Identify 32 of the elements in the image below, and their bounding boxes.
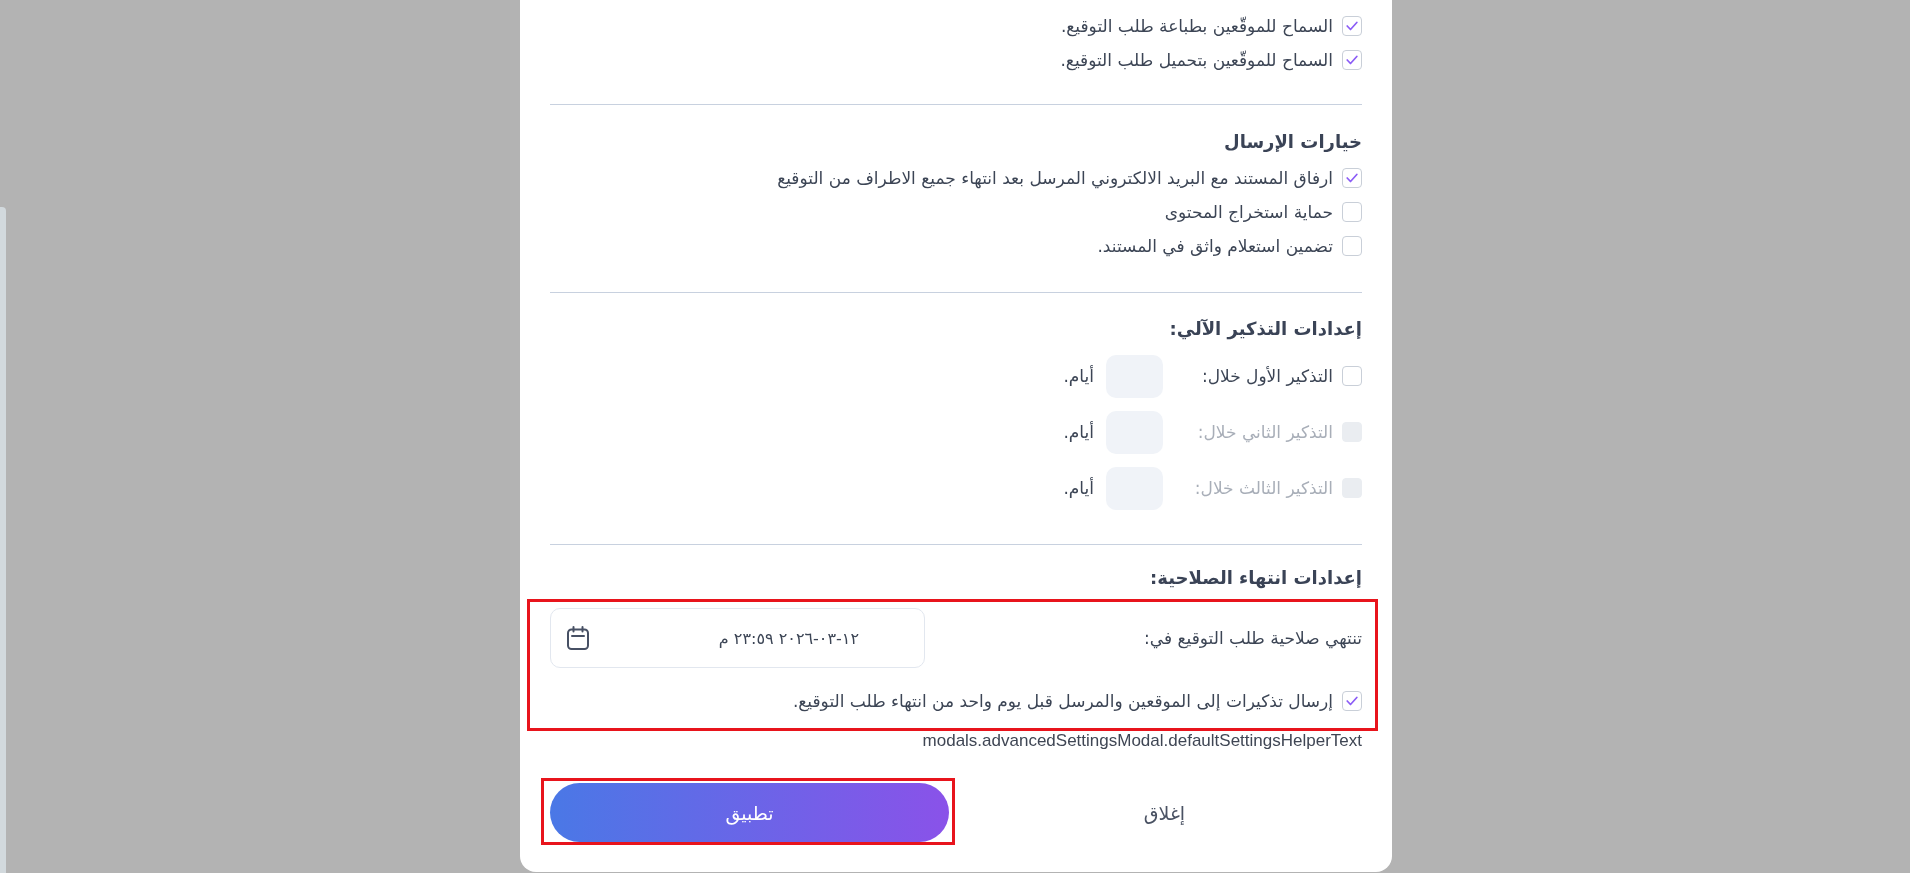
checkbox[interactable] [1342,366,1362,386]
calendar-icon [567,626,589,650]
unit-label: أيام. [1063,478,1094,498]
checkbox[interactable] [1342,16,1362,36]
checkbox-label: تضمين استعلام واثق في المستند. [1097,236,1333,256]
checkbox[interactable] [1342,236,1362,256]
reminder-label: التذكير الثالث خلال: [1193,478,1333,498]
check-icon [1346,173,1358,183]
checkbox-label: ارفاق المستند مع البريد الالكتروني المرسل بعد انتهاء جميع الاطراف من التوقيع [777,168,1333,188]
checkbox[interactable] [1342,202,1362,222]
unit-label: أيام. [1063,366,1094,386]
checkbox-label: إرسال تذكيرات إلى الموقعين والمرسل قبل يوم واحد من انتهاء طلب التوقيع. [792,691,1333,711]
checkbox-label: السماح للموقّعين بتحميل طلب التوقيع. [1060,50,1333,70]
reminder-label: التذكير الثاني خلال: [1196,422,1333,442]
checkbox[interactable] [1342,691,1362,711]
date-field[interactable]: ١٢-٠٣-٢٠٢٦ ٢٣:٥٩ م [550,608,925,668]
check-icon [1346,21,1358,31]
section-heading: إعدادات انتهاء الصلاحية: [1150,566,1362,591]
close-button[interactable]: إغلاق [973,783,1356,842]
field-label: تنتهي صلاحية طلب التوقيع في: [1144,628,1362,648]
checkbox[interactable] [1342,50,1362,70]
checkbox-label: السماح للموقّعين بطباعة طلب التوقيع. [1060,16,1333,36]
check-icon [1346,55,1358,65]
checkbox[interactable] [1342,168,1362,188]
helper-text: modals.advancedSettingsModal.defaultSettingsHelperText [922,731,1362,751]
section-heading: خيارات الإرسال [1224,130,1362,154]
reminder-label: التذكير الأول خلال: [1200,366,1333,386]
checkbox-label: حماية استخراج المحتوى [1164,202,1333,222]
section-heading: إعدادات التذكير الآلي: [1169,317,1362,342]
apply-button[interactable]: تطبيق [550,783,949,842]
unit-label: أيام. [1063,422,1094,442]
check-icon [1346,696,1358,706]
